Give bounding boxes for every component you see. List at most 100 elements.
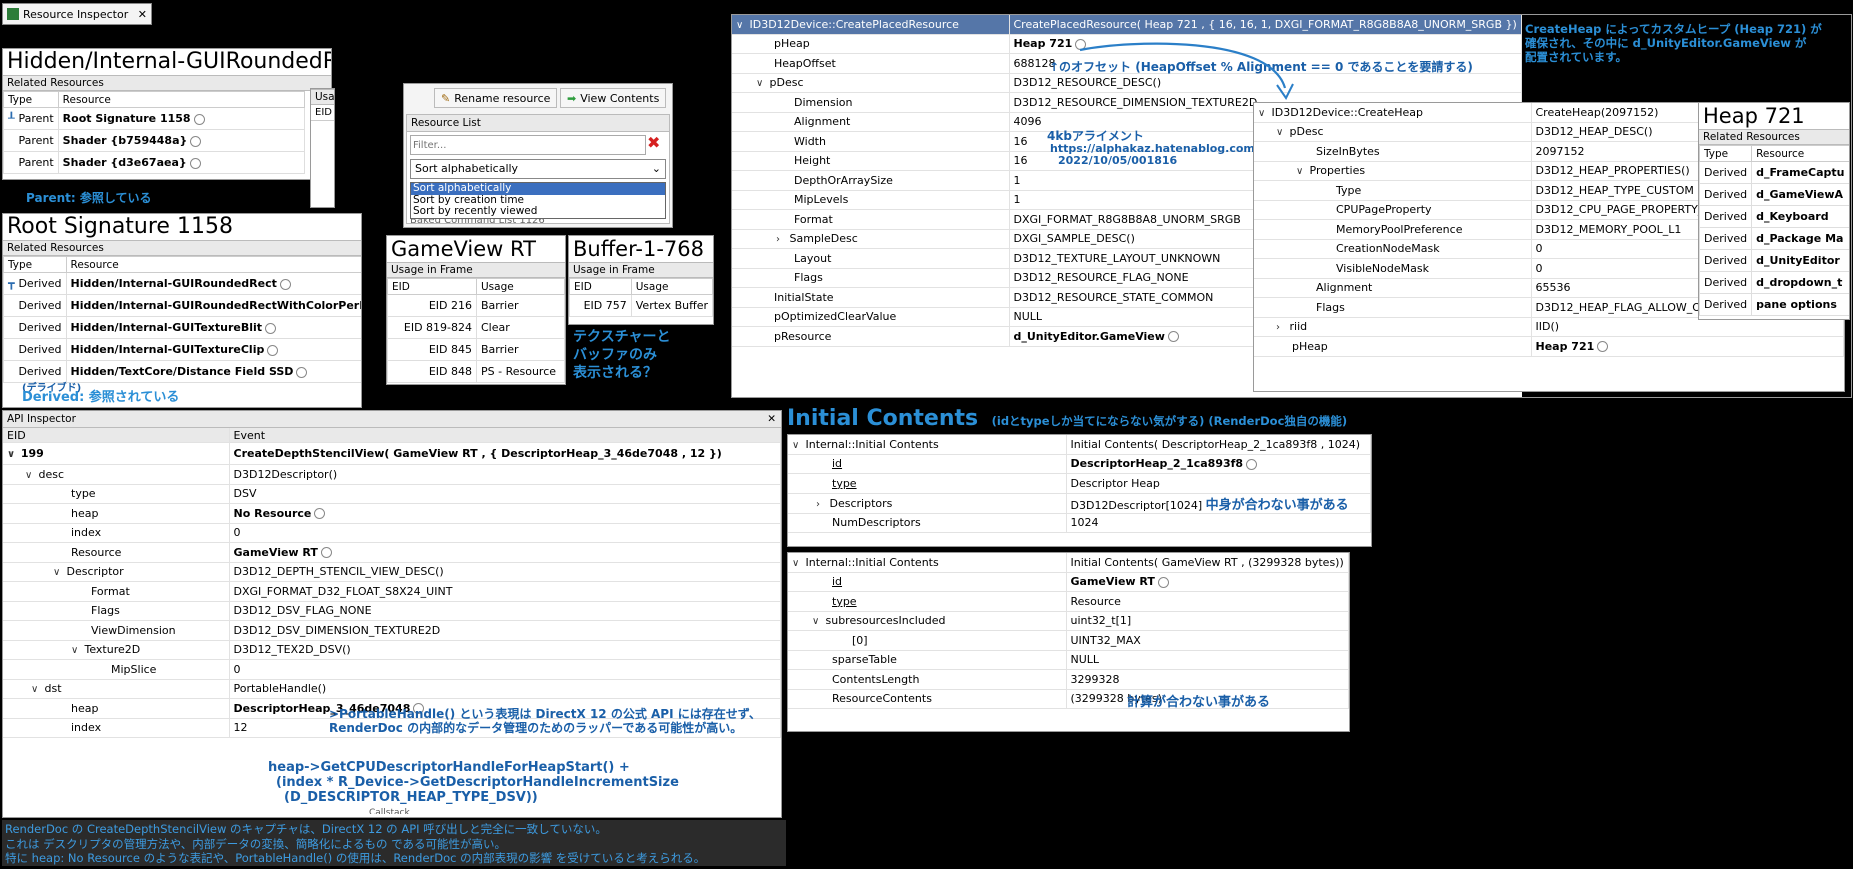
tree-row[interactable]: id DescriptorHeap_2_1ca893f8 — [788, 454, 1371, 474]
link-icon[interactable] — [314, 508, 326, 520]
table-row[interactable]: Derived d_Keyboard — [1699, 205, 1849, 228]
view-contents-button[interactable]: ➡ View Contents — [560, 88, 667, 108]
tree-row[interactable]: ∨ Texture2D D3D12_TEX2D_DSV() — [3, 640, 781, 660]
row-type: Parent — [3, 129, 59, 152]
chevron-down-icon[interactable]: ∨ — [53, 567, 63, 578]
link-icon[interactable] — [190, 135, 202, 147]
close-icon[interactable]: ✕ — [767, 411, 776, 427]
row-resource[interactable]: Hidden/Internal-GUIRoundedRectWithColorP… — [65, 294, 361, 317]
tree-row[interactable]: pHeap Heap 721 — [1254, 336, 1844, 357]
table-row[interactable]: Derived Hidden/Internal-GUIRoundedRectWi… — [3, 294, 361, 317]
link-icon[interactable] — [267, 344, 279, 356]
tree-row[interactable]: ∨ 199 CreateDepthStencilView( GameView RT… — [3, 442, 781, 465]
tree-row[interactable]: Format DXGI_FORMAT_D32_FLOAT_S8X24_UINT — [3, 581, 781, 602]
chevron-down-icon[interactable]: ∨ — [7, 449, 17, 460]
table-row[interactable]: ┳ Derived Hidden/Internal-GUIRoundedRect — [3, 272, 361, 295]
link-icon[interactable] — [189, 157, 201, 169]
chevron-down-icon[interactable]: ∨ — [756, 78, 766, 89]
table-row[interactable]: ┸ Parent Root Signature 1158 — [3, 107, 306, 130]
sort-option[interactable]: Sort by recently viewed — [411, 205, 665, 218]
tree-row[interactable]: › Descriptors D3D12Descriptor[1024] 中身が合わ… — [788, 493, 1371, 514]
table-row[interactable]: Derived d_GameViewA — [1699, 183, 1849, 206]
chevron-down-icon[interactable]: ∨ — [812, 616, 822, 627]
link-icon[interactable] — [1246, 458, 1258, 470]
table-row[interactable]: EID 845 Barrier — [387, 338, 565, 361]
table-row[interactable]: EID 848 PS - Resource — [387, 360, 565, 383]
link-icon[interactable] — [1157, 576, 1169, 588]
tree-row[interactable]: ∨ dst PortableHandle() — [3, 679, 781, 699]
table-row[interactable]: Derived d_dropdown_t — [1699, 271, 1849, 294]
tree-row[interactable]: ∨ Descriptor D3D12_DEPTH_STENCIL_VIEW_DES… — [3, 562, 781, 582]
row-resource[interactable]: Hidden/Internal-GUIRoundedRect — [65, 272, 361, 295]
link-icon[interactable] — [320, 547, 332, 559]
chevron-down-icon[interactable]: ∨ — [71, 645, 81, 656]
link-icon[interactable] — [296, 366, 308, 378]
row-eid: EID 845 — [387, 338, 477, 361]
row-resource[interactable]: Shader {d3e67aea} — [57, 151, 306, 174]
row-type: Derived — [3, 294, 67, 317]
tree-row[interactable]: type Resource — [788, 591, 1349, 612]
tree-row[interactable]: Resource GameView RT — [3, 542, 781, 563]
tree-row[interactable]: Flags D3D12_DSV_FLAG_NONE — [3, 601, 781, 621]
resource-inspector-tab[interactable]: Resource Inspector ✕ — [2, 3, 152, 25]
chevron-down-icon[interactable]: ∨ — [792, 440, 802, 451]
sort-select[interactable]: Sort alphabetically ⌄ — [410, 159, 666, 179]
chevron-right-icon[interactable]: › — [1276, 322, 1286, 333]
chevron-down-icon[interactable]: ∨ — [792, 558, 802, 569]
table-row[interactable]: Derived Hidden/TextCore/Distance Field S… — [3, 360, 361, 383]
link-icon[interactable] — [1597, 341, 1609, 353]
chevron-down-icon[interactable]: ∨ — [25, 470, 35, 481]
table-row[interactable]: Derived Hidden/Internal-GUITextureClip — [3, 338, 361, 361]
row-resource[interactable]: Hidden/Internal-GUITextureClip — [65, 338, 361, 361]
table-row[interactable]: Derived d_FrameCaptu — [1699, 161, 1849, 184]
tree-row[interactable]: [0] UINT32_MAX — [788, 630, 1349, 651]
tree-row[interactable]: ∨ desc D3D12Descriptor() — [3, 464, 781, 485]
tree-row[interactable]: ViewDimension D3D12_DSV_DIMENSION_TEXTURE… — [3, 620, 781, 641]
filter-input[interactable] — [410, 135, 646, 155]
table-row[interactable]: Derived Hidden/Internal-GUITextureBlit — [3, 316, 361, 339]
tree-row[interactable]: type DSV — [3, 484, 781, 504]
table-row[interactable]: EID 757 Vertex Buffer — [569, 294, 713, 317]
tree-row[interactable]: ∨ Internal::Initial Contents Initial Cont… — [788, 435, 1371, 455]
tree-row[interactable]: id GameView RT — [788, 572, 1349, 592]
row-resource[interactable]: Root Signature 1158 — [57, 107, 306, 130]
initial-contents-tree: ∨ Internal::Initial Contents Initial Cont… — [788, 435, 1371, 533]
clear-filter-icon[interactable]: ✖ — [647, 133, 660, 152]
column-eid: EID — [3, 428, 230, 443]
table-row[interactable]: Derived pane options — [1699, 293, 1849, 316]
link-icon[interactable] — [279, 278, 291, 290]
close-tab-icon[interactable]: ✕ — [138, 8, 147, 21]
row-resource[interactable]: Hidden/TextCore/Distance Field SSD — [65, 360, 361, 383]
link-icon[interactable] — [1167, 331, 1179, 343]
tree-row[interactable]: ∨ Internal::Initial Contents Initial Cont… — [788, 553, 1349, 573]
row-resource[interactable]: Shader {b759448a} — [57, 129, 306, 152]
table-row[interactable]: Derived d_UnityEditor — [1699, 249, 1849, 272]
table-row[interactable]: Derived d_Package Ma — [1699, 227, 1849, 250]
chevron-right-icon[interactable]: › — [816, 499, 826, 510]
rename-resource-button[interactable]: ✎ Rename resource — [434, 88, 558, 108]
table-row[interactable]: EID 819-824 Clear — [387, 316, 565, 339]
tree-row[interactable]: heap No Resource — [3, 503, 781, 524]
note-parent: Parent: 参照している — [26, 191, 152, 205]
tree-row[interactable]: MipSlice 0 — [3, 659, 781, 680]
tree-row[interactable]: NumDescriptors 1024 — [788, 513, 1371, 533]
link-icon[interactable] — [265, 322, 277, 334]
row-resource[interactable]: Hidden/Internal-GUITextureBlit — [65, 316, 361, 339]
chevron-down-icon[interactable]: ∨ — [1258, 108, 1268, 119]
link-icon[interactable] — [193, 113, 205, 125]
chevron-down-icon[interactable]: ∨ — [736, 20, 746, 31]
tree-row[interactable]: ∨ subresourcesIncluded uint32_t[1] — [788, 611, 1349, 631]
chevron-right-icon[interactable]: › — [776, 234, 786, 245]
table-row[interactable]: Parent Shader {b759448a} — [3, 129, 306, 152]
table-row[interactable]: EID 216 Barrier — [387, 294, 565, 317]
tree-row[interactable]: sparseTable NULL — [788, 650, 1349, 670]
chevron-down-icon[interactable]: ∨ — [31, 684, 41, 695]
chevron-down-icon[interactable]: ∨ — [1296, 166, 1306, 177]
table-row[interactable]: Parent Shader {d3e67aea} — [3, 151, 306, 174]
tree-row[interactable]: index 0 — [3, 523, 781, 543]
sort-option[interactable]: Sort alphabetically — [411, 182, 665, 195]
tree-row[interactable]: ContentsLength 3299328 — [788, 669, 1349, 690]
tree-row[interactable]: ∨ ID3D12Device::CreatePlacedResource Crea… — [732, 15, 1522, 35]
tree-row[interactable]: type Descriptor Heap — [788, 473, 1371, 494]
chevron-down-icon[interactable]: ∨ — [1276, 127, 1286, 138]
